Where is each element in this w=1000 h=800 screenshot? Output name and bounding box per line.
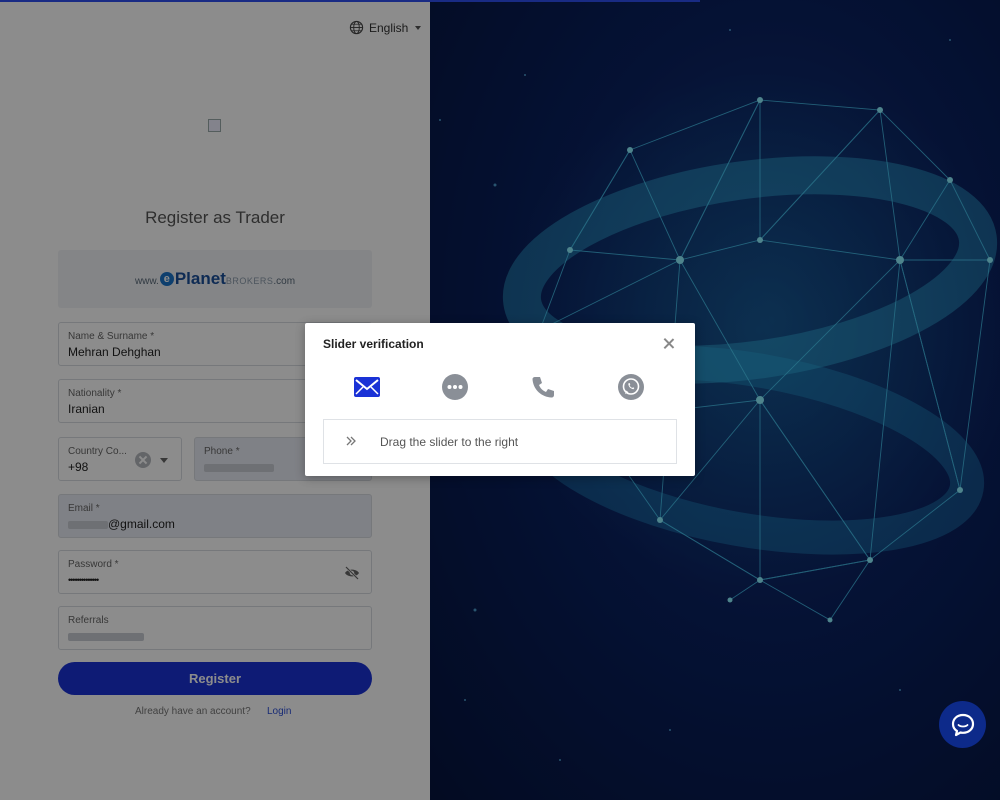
double-chevron-right-icon[interactable]	[344, 434, 358, 448]
whatsapp-icon[interactable]	[617, 373, 645, 401]
dialog-title: Slider verification	[323, 337, 424, 351]
phone-icon[interactable]	[529, 373, 557, 401]
live-chat-button[interactable]	[939, 701, 986, 748]
sms-icon[interactable]	[441, 373, 469, 401]
close-icon[interactable]	[663, 337, 675, 349]
slider-verification-dialog: Slider verification Drag the slider to t…	[305, 323, 695, 476]
slider-track[interactable]: Drag the slider to the right	[323, 419, 677, 464]
slider-instruction: Drag the slider to the right	[380, 435, 519, 449]
chat-bubble-icon	[951, 713, 974, 736]
email-icon[interactable]	[353, 373, 381, 401]
